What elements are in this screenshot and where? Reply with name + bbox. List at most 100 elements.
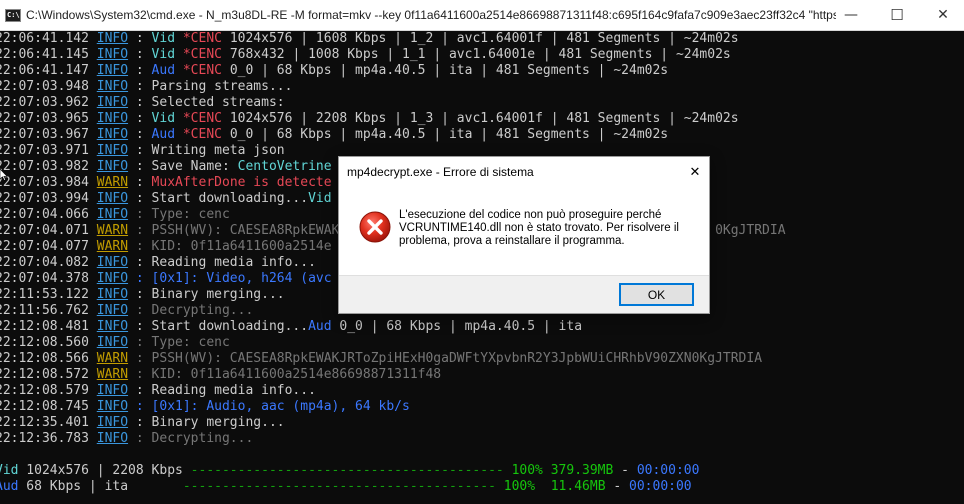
console-segment-cenc: *CENC xyxy=(182,31,222,46)
console-line: 22:07:03.967 INFO : Aud *CENC 0_0 | 68 K… xyxy=(0,127,668,143)
console-segment-green: 100% xyxy=(511,463,551,478)
console-segment-time: 22:12:08.579 xyxy=(0,383,97,398)
window-title: C:\Windows\System32\cmd.exe - N_m3u8DL-R… xyxy=(26,8,836,22)
minimize-icon: — xyxy=(844,7,858,23)
console-segment-dim: : PSSH(WV): CAESEA8RpkEWAK xyxy=(128,223,340,238)
console-line: 22:07:03.962 INFO : Selected streams: xyxy=(0,95,285,111)
console-segment-aud: Aud xyxy=(151,63,183,78)
console-segment-info: INFO xyxy=(96,63,129,78)
console-line: 22:07:03.984 WARN : MuxAfterDone is dete… xyxy=(0,175,332,191)
console-segment-cenc: *CENC xyxy=(182,111,222,126)
console-segment-warn: WARN xyxy=(96,223,129,238)
console-segment-time: 22:07:03.994 xyxy=(0,191,97,206)
console-segment-info: INFO xyxy=(96,431,129,446)
console-line: 22:12:36.783 INFO : Decrypting... xyxy=(0,431,253,447)
console-segment-green: 100% xyxy=(503,479,551,494)
console-segment-time: 22:11:53.122 xyxy=(0,287,97,302)
console-segment-vid: Vid xyxy=(308,191,332,206)
console-segment-red: MuxAfterDone is detecte xyxy=(151,175,332,190)
console-line: 22:06:41.147 INFO : Aud *CENC 0_0 | 68 K… xyxy=(0,63,668,79)
console-segment-vid: Vid xyxy=(151,111,183,126)
console-segment-time: 22:07:04.071 xyxy=(0,223,97,238)
window-titlebar[interactable]: C:\ C:\Windows\System32\cmd.exe - N_m3u8… xyxy=(0,0,964,31)
console-segment-info: INFO xyxy=(96,287,129,302)
console-line: 22:11:56.762 INFO : Decrypting... xyxy=(0,303,253,319)
console-line: 22:07:03.948 INFO : Parsing streams... xyxy=(0,79,292,95)
console-line: 22:07:03.971 INFO : Writing meta json xyxy=(0,143,285,159)
console-segment-text: : Start downloading... xyxy=(128,319,309,334)
console-segment-dim: : PSSH(WV): CAESEA8RpkEWAKJRToZpiHExH0ga… xyxy=(128,351,763,366)
console-segment-text: 1024x576 | 2208 Kbps | 1_3 | avc1.64001f… xyxy=(222,111,739,126)
console-segment-dim: 0KgJTRDIA xyxy=(715,223,786,238)
console-segment-info: INFO xyxy=(96,95,129,110)
console-line: 22:12:08.745 INFO : [0x1]: Audio, aac (m… xyxy=(0,399,410,415)
dialog-body: L'esecuzione del codice non può prosegui… xyxy=(339,187,709,275)
console-segment-text: : Selected streams: xyxy=(128,95,285,110)
console-segment-vid: Vid xyxy=(0,463,19,478)
console-segment-dim: : KID: 0f11a6411600a2514e86698871311f48 xyxy=(128,367,442,382)
console-segment-info: INFO xyxy=(96,335,129,350)
console-segment-info: INFO xyxy=(96,255,129,270)
dialog-close-button[interactable]: ✕ xyxy=(681,159,709,185)
console-segment-text: : Writing meta json xyxy=(128,143,285,158)
console-segment-time: 22:07:03.962 xyxy=(0,95,97,110)
console-segment-text: 0_0 | 68 Kbps | mp4a.40.5 | ita xyxy=(331,319,583,334)
console-line: 22:12:08.572 WARN : KID: 0f11a6411600a25… xyxy=(0,367,441,383)
console-segment-time: 22:07:03.948 xyxy=(0,79,97,94)
maximize-button[interactable]: ☐ xyxy=(874,0,920,30)
dialog-message: L'esecuzione del codice non può prosegui… xyxy=(399,209,679,247)
close-icon: ✕ xyxy=(937,7,949,23)
console-segment-text: : Reading media info... xyxy=(128,255,316,270)
console-segment-info: INFO xyxy=(96,319,129,334)
close-icon: ✕ xyxy=(689,164,701,180)
console-segment-text: 68 Kbps | ita xyxy=(18,479,183,494)
console-segment-text: : xyxy=(128,47,152,62)
console-segment-time: 22:07:04.378 xyxy=(0,271,97,286)
console-line: 22:11:53.122 INFO : Binary merging... xyxy=(0,287,285,303)
console-segment-text: 1024x576 | 2208 Kbps xyxy=(18,463,191,478)
console-segment-info: INFO xyxy=(96,79,129,94)
console-segment-text: : Parsing streams... xyxy=(128,79,293,94)
console-segment-bar: ---------------------------------------- xyxy=(182,479,504,494)
console-segment-time: 22:12:08.560 xyxy=(0,335,97,350)
console-segment-dim: : Type: cenc xyxy=(128,335,230,350)
console-segment-warn: WARN xyxy=(96,239,129,254)
ok-button[interactable]: OK xyxy=(619,283,694,306)
console-segment-green: 11.46MB xyxy=(550,479,606,494)
console-segment-dim: : Decrypting... xyxy=(128,431,254,446)
console-segment-bar: ---------------------------------------- xyxy=(190,463,512,478)
console-line: 22:12:08.481 INFO : Start downloading...… xyxy=(0,319,582,335)
console-segment-info: INFO xyxy=(96,31,129,46)
console-segment-info: INFO xyxy=(96,47,129,62)
console-segment-aud: Aud xyxy=(308,319,332,334)
console-line: 22:07:03.982 INFO : Save Name: CentoVetr… xyxy=(0,159,332,175)
console-segment-time: 22:07:03.984 xyxy=(0,175,97,190)
console-segment-info: INFO xyxy=(96,207,129,222)
console-segment-text: : xyxy=(128,175,152,190)
console-segment-text: : Binary merging... xyxy=(128,415,285,430)
console-segment-text: : Save Name: xyxy=(128,159,238,174)
console-segment-time: 22:12:08.745 xyxy=(0,399,97,414)
console-segment-text: - xyxy=(613,463,637,478)
console-segment-green: 379.39MB xyxy=(550,463,614,478)
console-segment-info: INFO xyxy=(96,271,129,286)
console-line: 22:07:04.082 INFO : Reading media info..… xyxy=(0,255,316,271)
minimize-button[interactable]: — xyxy=(828,0,874,30)
console-segment-info: INFO xyxy=(96,159,129,174)
console-segment-time: 22:12:35.401 xyxy=(0,415,97,430)
console-segment-time: 22:12:08.566 xyxy=(0,351,97,366)
console-segment-aud: : [0x1]: Audio, aac (mp4a), 64 kb/s xyxy=(128,399,410,414)
console-segment-info: INFO xyxy=(96,303,129,318)
console-segment-dim: : KID: 0f11a6411600a2514e xyxy=(128,239,332,254)
cmd-app-icon: C:\ xyxy=(5,9,21,22)
console-segment-blue: 00:00:00 xyxy=(629,479,692,494)
close-button[interactable]: ✕ xyxy=(920,0,964,30)
console-line: 22:07:04.378 INFO : [0x1]: Video, h264 (… xyxy=(0,271,332,287)
console-segment-time: 22:07:04.077 xyxy=(0,239,97,254)
console-line: 22:12:08.579 INFO : Reading media info..… xyxy=(0,383,316,399)
console-segment-time: 22:07:04.066 xyxy=(0,207,97,222)
console-line: 22:07:03.965 INFO : Vid *CENC 1024x576 |… xyxy=(0,111,739,127)
console-segment-cenc: *CENC xyxy=(182,127,222,142)
error-dialog[interactable]: mp4decrypt.exe - Errore di sistema ✕ L'e… xyxy=(338,156,710,314)
console-segment-text: 768x432 | 1008 Kbps | 1_1 | avc1.64001e … xyxy=(222,47,731,62)
